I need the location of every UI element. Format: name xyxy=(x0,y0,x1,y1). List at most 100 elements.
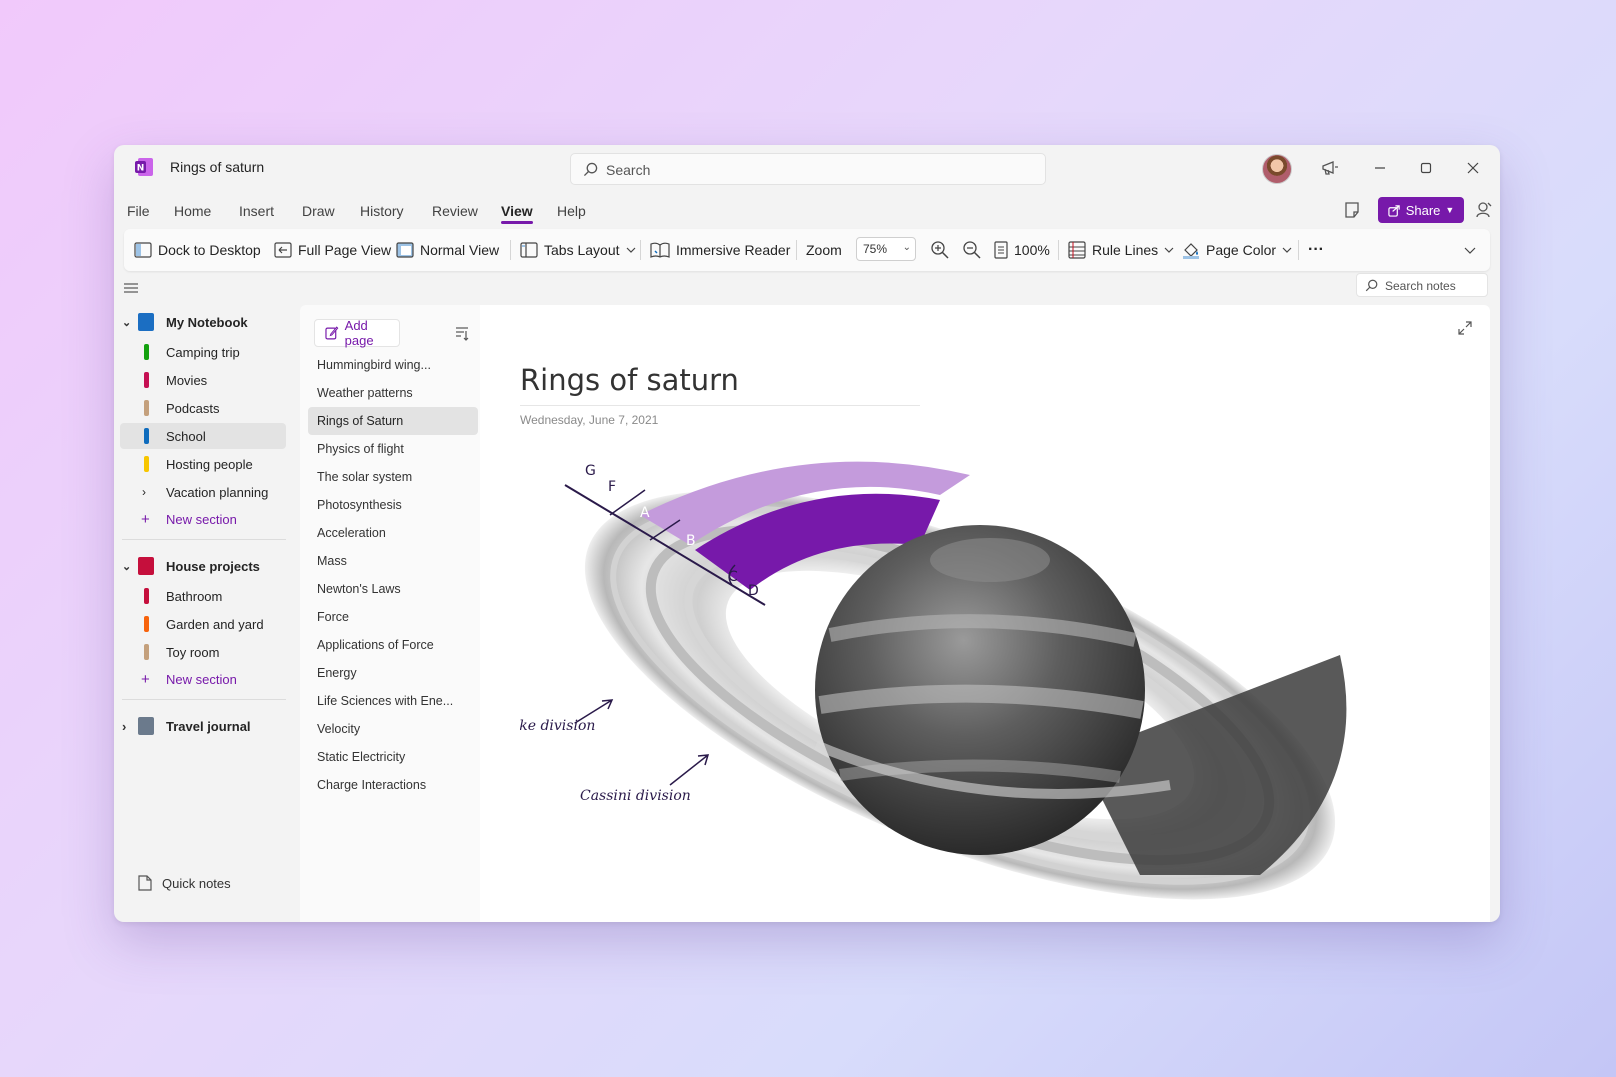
menu-history[interactable]: History xyxy=(360,203,404,219)
page-item[interactable]: Hummingbird wing... xyxy=(308,351,478,379)
search-icon xyxy=(583,162,598,177)
notebook-travel-journal[interactable]: › Travel journal xyxy=(114,713,290,739)
quick-notes-label: Quick notes xyxy=(162,875,231,891)
zoom-100-button[interactable]: 100% xyxy=(994,229,1050,271)
chevron-down-icon: ⌄ xyxy=(902,242,911,253)
chevron-down-icon: ⌄ xyxy=(122,316,132,329)
ring-label-d: D xyxy=(748,583,759,599)
notebook-icon xyxy=(138,313,154,331)
page-item[interactable]: Life Sciences with Ene... xyxy=(308,687,478,715)
page-item[interactable]: Velocity xyxy=(308,715,478,743)
quick-notes-button[interactable]: Quick notes xyxy=(138,875,231,891)
expand-button[interactable] xyxy=(1458,321,1472,340)
section-toy-room[interactable]: Toy room xyxy=(114,639,290,665)
ribbon-divider xyxy=(1298,240,1299,260)
section-group-vacation-planning[interactable]: › Vacation planning xyxy=(114,479,290,505)
zoom-select[interactable]: 75% ⌄ xyxy=(856,237,916,261)
paint-bucket-icon xyxy=(1183,243,1199,259)
sidebar-divider xyxy=(122,539,286,540)
section-bathroom[interactable]: Bathroom xyxy=(114,583,290,609)
collapse-ribbon-button[interactable] xyxy=(1464,229,1476,271)
page-list-pane: Add page Hummingbird wing... Weather pat… xyxy=(300,305,480,922)
section-label: School xyxy=(166,428,206,444)
minimize-button[interactable] xyxy=(1366,155,1394,181)
new-section-label: New section xyxy=(166,671,237,687)
menu-home[interactable]: Home xyxy=(174,203,211,219)
page-item[interactable]: Newton's Laws xyxy=(308,575,478,603)
section-color-tab xyxy=(144,616,149,632)
menu-view[interactable]: View xyxy=(501,203,533,219)
tabs-layout-icon xyxy=(520,242,538,258)
close-button[interactable] xyxy=(1459,155,1487,181)
zoom-out-button[interactable] xyxy=(962,229,982,271)
dock-to-desktop-button[interactable]: Dock to Desktop xyxy=(134,229,261,271)
section-color-tab xyxy=(144,456,149,472)
ribbon-divider xyxy=(640,240,641,260)
title-underline xyxy=(520,405,920,406)
people-icon[interactable] xyxy=(1470,197,1498,223)
page-item[interactable]: The solar system xyxy=(308,463,478,491)
page-color-dropdown[interactable]: Page Color xyxy=(1182,229,1292,271)
hamburger-icon xyxy=(124,283,138,293)
section-movies[interactable]: Movies xyxy=(114,367,290,393)
section-hosting-people[interactable]: Hosting people xyxy=(114,451,290,477)
ribbon-divider xyxy=(1058,240,1059,260)
immersive-reader-button[interactable]: Immersive Reader xyxy=(650,229,790,271)
new-section-button[interactable]: + New section xyxy=(114,506,290,532)
sort-icon xyxy=(456,327,469,341)
sticky-notes-icon[interactable] xyxy=(1338,197,1366,223)
new-section-button[interactable]: + New section xyxy=(114,666,290,692)
ring-label-f: F xyxy=(608,479,616,495)
share-button[interactable]: Share ▼ xyxy=(1378,197,1464,223)
menu-draw[interactable]: Draw xyxy=(302,203,335,219)
page-item[interactable]: Energy xyxy=(308,659,478,687)
note-canvas[interactable]: Rings of saturn Wednesday, June 7, 2021 xyxy=(480,305,1490,922)
page-item[interactable]: Charge Interactions xyxy=(308,771,478,799)
new-section-label: New section xyxy=(166,511,237,527)
notebook-house-projects[interactable]: ⌄ House projects xyxy=(114,553,290,579)
feedback-icon[interactable] xyxy=(1316,155,1344,181)
notebook-my-notebook[interactable]: ⌄ My Notebook xyxy=(114,309,290,335)
avatar[interactable] xyxy=(1262,154,1292,184)
section-label: Toy room xyxy=(166,644,220,660)
rule-lines-label: Rule Lines xyxy=(1092,242,1159,258)
maximize-button[interactable] xyxy=(1412,155,1440,181)
add-page-button[interactable]: Add page xyxy=(314,318,400,348)
ring-label-a: A xyxy=(640,505,650,521)
tabs-layout-dropdown[interactable]: Tabs Layout xyxy=(520,229,636,271)
zoom-in-button[interactable] xyxy=(930,229,950,271)
page-item[interactable]: Static Electricity xyxy=(308,743,478,771)
page-item-selected[interactable]: Rings of Saturn xyxy=(308,407,478,435)
page-item[interactable]: Acceleration xyxy=(308,519,478,547)
page-item[interactable]: Physics of flight xyxy=(308,435,478,463)
add-page-label: Add page xyxy=(344,318,374,348)
search-input[interactable]: Search xyxy=(570,153,1046,185)
rule-lines-dropdown[interactable]: Rule Lines xyxy=(1068,229,1174,271)
full-page-view-button[interactable]: Full Page View xyxy=(274,229,391,271)
search-notes-input[interactable]: Search notes xyxy=(1356,273,1488,297)
section-podcasts[interactable]: Podcasts xyxy=(114,395,290,421)
menu-help[interactable]: Help xyxy=(557,203,586,219)
sort-pages-button[interactable] xyxy=(454,325,470,346)
more-options-button[interactable]: ··· xyxy=(1308,229,1324,271)
page-item[interactable]: Applications of Force xyxy=(308,631,478,659)
menu-review[interactable]: Review xyxy=(432,203,478,219)
menu-file[interactable]: File xyxy=(127,203,150,219)
section-camping-trip[interactable]: Camping trip xyxy=(114,339,290,365)
normal-view-button[interactable]: Normal View xyxy=(396,229,499,271)
section-school[interactable]: School xyxy=(120,423,286,449)
chevron-down-icon xyxy=(1164,247,1174,253)
chevron-down-icon xyxy=(626,247,635,253)
section-color-tab xyxy=(144,588,149,604)
page-item[interactable]: Force xyxy=(308,603,478,631)
page-item[interactable]: Weather patterns xyxy=(308,379,478,407)
section-garden-and-yard[interactable]: Garden and yard xyxy=(114,611,290,637)
page-item[interactable]: Mass xyxy=(308,547,478,575)
page-title[interactable]: Rings of saturn xyxy=(520,363,739,397)
notebook-label: House projects xyxy=(166,558,260,574)
page-item[interactable]: Photosynthesis xyxy=(308,491,478,519)
section-label: Camping trip xyxy=(166,344,240,360)
plus-icon: + xyxy=(141,670,150,688)
onenote-window: N Rings of saturn Search File Home Inser… xyxy=(114,145,1500,922)
menu-insert[interactable]: Insert xyxy=(239,203,274,219)
